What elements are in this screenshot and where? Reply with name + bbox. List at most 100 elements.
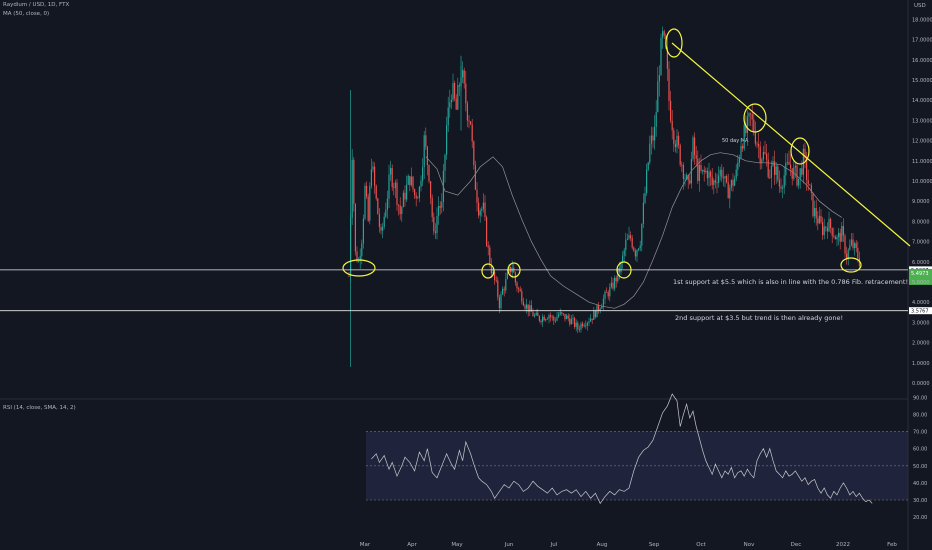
- time-tick-label: Aug: [597, 542, 608, 548]
- candle-body: [614, 277, 616, 289]
- candle-body: [577, 322, 579, 330]
- candle-body: [553, 316, 555, 321]
- candle-body: [756, 143, 758, 145]
- candle-body: [718, 175, 720, 183]
- candle-body: [455, 98, 457, 110]
- candle-body: [678, 135, 680, 146]
- candle-body: [572, 318, 574, 320]
- candle-body: [604, 291, 606, 299]
- candle-body: [353, 159, 355, 204]
- candle-body: [375, 185, 377, 199]
- candle-body: [823, 226, 825, 236]
- candle-body: [550, 315, 552, 317]
- time-tick-label: Jul: [550, 542, 558, 548]
- candle-body: [639, 245, 641, 249]
- candle-body: [719, 169, 721, 176]
- trading-chart[interactable]: 50 day MA 5.59871st support at $5.5 whic…: [0, 0, 932, 550]
- candle-body: [735, 169, 737, 179]
- candle-body: [358, 260, 360, 262]
- candle-body: [430, 181, 432, 199]
- candle-body: [489, 247, 491, 265]
- candle-body: [505, 278, 507, 291]
- candle-body: [348, 275, 350, 277]
- candle-body: [654, 126, 656, 141]
- candle-body: [585, 325, 587, 327]
- candle-body: [682, 164, 684, 179]
- candle-body: [372, 166, 374, 170]
- candle-body: [596, 305, 598, 318]
- candle-body: [473, 141, 475, 165]
- candle-body: [692, 137, 694, 160]
- candle-body: [826, 227, 828, 232]
- candle-body: [535, 312, 537, 316]
- price-tick-label: 2.0000: [912, 341, 930, 347]
- candle-body: [634, 250, 636, 257]
- candle-body: [431, 198, 433, 218]
- time-axis: Mar Apr May Jun Jul Aug Sep Oct Nov Dec 2022 Feb: [360, 542, 898, 548]
- candle-body: [454, 82, 456, 99]
- candle-body: [615, 277, 617, 282]
- candle-body: [834, 236, 836, 240]
- candle-body: [558, 314, 560, 317]
- candle-body: [369, 186, 371, 221]
- candle-body: [854, 243, 856, 249]
- candle-body: [362, 218, 364, 244]
- candle-body: [390, 167, 392, 175]
- candle-body: [738, 157, 740, 163]
- candle-body: [583, 325, 585, 327]
- candle-body: [593, 310, 595, 320]
- candle-body: [354, 203, 356, 252]
- rsi-tick-label: 40.00: [913, 481, 927, 487]
- candle-body: [791, 168, 793, 179]
- price-tick-label: 11.0000: [912, 159, 932, 165]
- highlight-circle: [342, 259, 376, 277]
- candle-body: [487, 245, 489, 248]
- candle-body: [452, 82, 454, 100]
- currency-label: USD: [914, 3, 926, 9]
- candle-body: [422, 167, 424, 181]
- candle-body: [722, 177, 724, 179]
- candle-body: [842, 226, 844, 236]
- candle-body: [580, 323, 582, 330]
- candle-body: [807, 179, 809, 185]
- candle-body: [679, 145, 681, 165]
- candle-body: [378, 214, 380, 227]
- candle-body: [751, 114, 753, 120]
- price-tick-label: 12.0000: [912, 139, 932, 145]
- candle-body: [793, 167, 795, 179]
- candle-body: [799, 168, 801, 179]
- candle-body: [839, 232, 841, 242]
- candle-body: [626, 238, 628, 240]
- candle-body: [650, 135, 652, 144]
- candle-body: [702, 169, 704, 171]
- candle-body: [649, 143, 651, 163]
- candle-body: [644, 193, 646, 203]
- candle-body: [414, 189, 416, 196]
- candle-body: [402, 192, 404, 208]
- candle-body: [822, 222, 824, 236]
- candle-body: [398, 204, 400, 206]
- candle-body: [388, 174, 390, 199]
- candle-body: [545, 319, 547, 321]
- candle-body: [594, 310, 596, 318]
- candle-body: [420, 180, 422, 187]
- candle-body: [506, 272, 508, 279]
- highlight-circle: [665, 28, 683, 58]
- rsi-tick-label: 90.00: [913, 395, 927, 401]
- candle-body: [436, 216, 438, 233]
- candle-body: [478, 202, 480, 216]
- highlight-circle: [481, 263, 495, 279]
- candle-body: [689, 180, 691, 184]
- candle-body: [732, 180, 734, 186]
- candle-body: [602, 298, 604, 307]
- candle-body: [658, 75, 660, 82]
- candle-body: [370, 169, 372, 187]
- candle-body: [844, 235, 846, 254]
- candle-body: [522, 301, 524, 306]
- candle-body: [796, 165, 798, 186]
- price-tick-label: 10.0000: [912, 179, 932, 185]
- candle-body: [474, 164, 476, 190]
- candle-body: [601, 306, 603, 309]
- candle-body: [818, 215, 820, 224]
- candle-body: [681, 164, 683, 166]
